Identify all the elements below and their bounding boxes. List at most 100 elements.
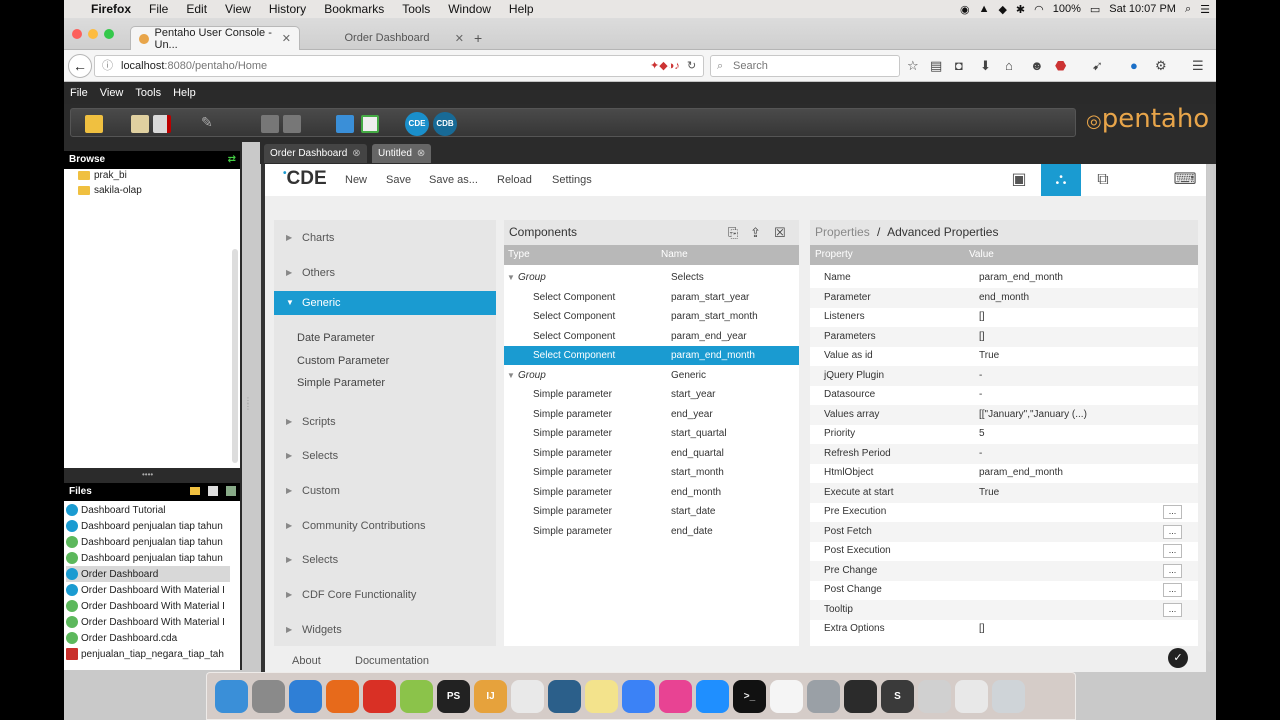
property-row[interactable]: Execute at start True: [810, 482, 1198, 503]
back-button[interactable]: ←: [68, 54, 92, 78]
site-info-icon[interactable]: ⓘ: [102, 56, 113, 76]
component-group-row[interactable]: ▼ Group Selects: [504, 268, 799, 287]
component-row[interactable]: Select Component param_end_year: [504, 327, 799, 346]
cde-reload-button[interactable]: Reload: [497, 174, 532, 186]
cde-settings-button[interactable]: Settings: [552, 174, 592, 186]
chevron-down-icon[interactable]: ▼: [507, 268, 515, 287]
edit-code-button[interactable]: ...: [1163, 602, 1182, 617]
close-window-button[interactable]: [72, 29, 82, 39]
file-item[interactable]: Dashboard penjualan tiap tahun: [66, 550, 230, 566]
cde-save-as-button[interactable]: Save as...: [429, 174, 478, 186]
file-item[interactable]: Dashboard penjualan tiap tahun: [66, 534, 230, 550]
zoom-window-button[interactable]: [104, 29, 114, 39]
component-row[interactable]: Simple parameter start_year: [504, 385, 799, 404]
bookmark-star-icon[interactable]: ☆: [907, 58, 919, 74]
messenger-icon[interactable]: [622, 679, 655, 713]
edit-pencil-icon[interactable]: ✎: [201, 114, 213, 131]
open-folder-icon[interactable]: [85, 115, 103, 133]
category-item[interactable]: ▶ Scripts: [274, 410, 496, 434]
vpn-icon[interactable]: ●: [1130, 58, 1138, 73]
pentaho-menu-file[interactable]: File: [64, 87, 94, 99]
new-folder-icon[interactable]: [190, 487, 200, 495]
property-row[interactable]: HtmlObject param_end_month: [810, 463, 1198, 483]
about-link[interactable]: About: [292, 655, 321, 667]
properties-tab[interactable]: Properties: [815, 225, 870, 239]
notes-icon[interactable]: [585, 679, 618, 713]
adblock-icon[interactable]: ⬣: [1055, 58, 1066, 74]
category-generic[interactable]: ▼ Generic: [274, 291, 496, 315]
menu-window[interactable]: Window: [439, 2, 500, 16]
documents-icon[interactable]: [955, 679, 988, 713]
category-item[interactable]: ▶ Community Contributions: [274, 514, 496, 538]
settings-icon[interactable]: ⚙: [1155, 58, 1167, 74]
file-item[interactable]: Order Dashboard With Material I: [66, 598, 230, 614]
category-others[interactable]: ▶ Others: [274, 261, 496, 285]
editor-scrollbar[interactable]: [1207, 164, 1213, 652]
preview-icon[interactable]: [918, 679, 951, 713]
folder-prak-bi[interactable]: prak_bi: [78, 170, 127, 181]
pentaho-menu-help[interactable]: Help: [167, 87, 202, 99]
sublime-text-icon[interactable]: S: [881, 679, 914, 713]
components-view-icon[interactable]: ⛬: [1041, 164, 1081, 196]
menu-edit[interactable]: Edit: [177, 2, 216, 16]
dropbox-icon[interactable]: ◆: [998, 3, 1006, 16]
close-tab-icon[interactable]: ⊗: [352, 144, 360, 163]
property-value[interactable]: []: [979, 619, 985, 639]
itunes-icon[interactable]: [659, 679, 692, 713]
property-row[interactable]: Post Change...: [810, 580, 1198, 600]
component-row[interactable]: Select Component param_start_year: [504, 288, 799, 307]
edit-file-icon[interactable]: [208, 486, 218, 496]
property-value[interactable]: end_month: [979, 288, 1029, 308]
refresh-content-icon[interactable]: [361, 115, 379, 133]
file-item[interactable]: Dashboard penjualan tiap tahun: [66, 518, 230, 534]
property-value[interactable]: param_end_month: [979, 268, 1063, 288]
property-row[interactable]: Refresh Period -: [810, 443, 1198, 464]
generic-custom-parameter[interactable]: Custom Parameter: [297, 355, 389, 367]
browser-tab-order-dashboard[interactable]: Order Dashboard ✕: [302, 26, 472, 50]
component-row[interactable]: Simple parameter end_year: [504, 405, 799, 424]
pentaho-menu-view[interactable]: View: [94, 87, 130, 99]
display-icon[interactable]: [336, 115, 354, 133]
component-row[interactable]: Simple parameter end_date: [504, 522, 799, 541]
new-tab-button[interactable]: +: [474, 30, 482, 46]
chevron-down-icon[interactable]: ▼: [507, 366, 515, 385]
property-row[interactable]: Pre Execution...: [810, 502, 1198, 522]
doc-tab-order-dashboard[interactable]: Order Dashboard ⊗: [264, 144, 367, 163]
duplicate-icon[interactable]: ⎘: [728, 220, 738, 245]
property-row[interactable]: Priority 5: [810, 424, 1198, 444]
property-value[interactable]: []: [979, 307, 985, 327]
category-item[interactable]: ▶ Selects: [274, 548, 496, 572]
chat-icon[interactable]: ☻: [1030, 58, 1044, 73]
save-icon[interactable]: [261, 115, 279, 133]
property-value[interactable]: -: [979, 385, 982, 405]
phpstorm-icon[interactable]: PS: [437, 679, 470, 713]
property-row[interactable]: Values array [["January","January (...): [810, 404, 1198, 425]
cdb-badge-icon[interactable]: CDB: [433, 112, 457, 136]
new-report-icon[interactable]: [131, 115, 149, 133]
close-tab-icon[interactable]: ⊗: [417, 144, 425, 163]
upload-icon[interactable]: ⇪: [750, 220, 761, 245]
file-item[interactable]: Order Dashboard With Material I: [66, 614, 230, 630]
wifi-icon[interactable]: ◠: [1034, 3, 1044, 16]
component-row[interactable]: Simple parameter start_month: [504, 463, 799, 482]
component-row[interactable]: Simple parameter end_month: [504, 483, 799, 502]
category-charts[interactable]: ▶ Charts: [274, 226, 496, 250]
record-icon[interactable]: ◉: [960, 3, 970, 16]
folder-sakila-olap[interactable]: sakila-olap: [78, 185, 142, 196]
home-icon[interactable]: ⌂: [1005, 58, 1013, 73]
property-row[interactable]: Post Execution...: [810, 541, 1198, 561]
datasources-view-icon[interactable]: ⧉: [1083, 164, 1123, 196]
menu-tools[interactable]: Tools: [393, 2, 439, 16]
sourcetree-icon[interactable]: [548, 679, 581, 713]
component-row[interactable]: Simple parameter start_quartal: [504, 424, 799, 443]
spotlight-icon[interactable]: ⌕: [1185, 3, 1191, 16]
refresh-icon[interactable]: ⇄: [228, 151, 236, 169]
reading-list-icon[interactable]: ▤: [930, 58, 942, 74]
documentation-link[interactable]: Documentation: [355, 655, 429, 667]
property-row[interactable]: Parameters []: [810, 326, 1198, 347]
property-row[interactable]: Tooltip...: [810, 599, 1198, 620]
close-tab-icon[interactable]: ✕: [455, 32, 464, 45]
webdetails-badge-icon[interactable]: ✓: [1168, 648, 1188, 668]
component-row[interactable]: Simple parameter start_date: [504, 502, 799, 521]
launchpad-icon[interactable]: [252, 679, 285, 713]
